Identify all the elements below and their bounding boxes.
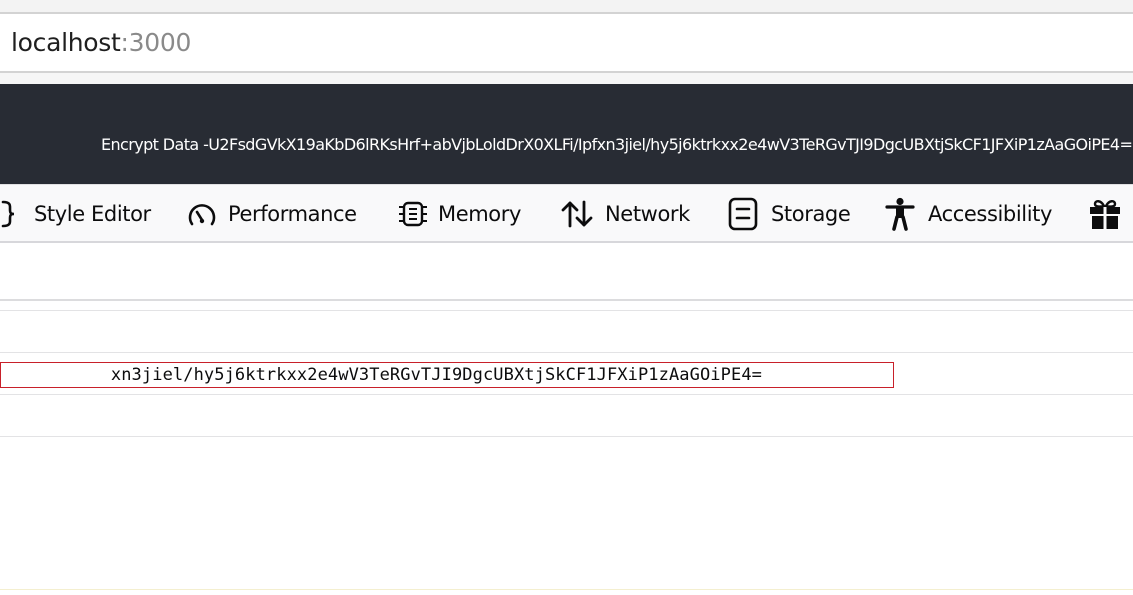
tab-label: Network — [605, 201, 690, 226]
memory-chip-icon — [396, 199, 430, 229]
tab-network[interactable]: Network — [560, 185, 690, 241]
tab-accessibility[interactable]: Accessibility — [885, 185, 1053, 241]
row-divider — [0, 352, 1133, 353]
up-down-arrows-icon — [560, 199, 594, 229]
encrypt-data-text: Encrypt Data -U2FsdGVkX19aKbD6lRKsHrf+ab… — [101, 135, 1133, 154]
page-header-band: Encrypt Data -U2FsdGVkX19aKbD6lRKsHrf+ab… — [0, 84, 1133, 184]
gauge-icon — [186, 199, 218, 229]
tab-storage[interactable]: Storage — [728, 185, 851, 241]
tab-label: Memory — [438, 201, 522, 226]
toolbar-gap — [0, 73, 1133, 84]
tab-style-editor[interactable]: Style Editor — [0, 185, 151, 241]
devtools-tab-bar: Style Editor Performance Memory Network … — [0, 184, 1133, 243]
row-divider — [0, 310, 1133, 311]
panel-divider — [0, 299, 1133, 301]
tab-whats-new[interactable] — [1089, 185, 1131, 241]
tab-label: Style Editor — [34, 201, 151, 226]
tab-label: Accessibility — [928, 201, 1053, 226]
braces-icon — [0, 199, 24, 229]
tab-label: Performance — [228, 201, 357, 226]
url-host: localhost — [11, 28, 121, 57]
row-divider — [0, 436, 1133, 437]
tab-label: Storage — [771, 201, 851, 226]
tab-memory[interactable]: Memory — [396, 185, 522, 241]
address-bar[interactable]: localhost:3000 — [0, 12, 1133, 73]
url-port: :3000 — [120, 28, 192, 57]
browser-top-strip — [0, 0, 1133, 12]
storage-icon — [728, 197, 758, 231]
row-divider — [0, 394, 1133, 395]
encrypted-value-text: xn3jiel/hy5j6ktrkxx2e4wV3TeRGvTJI9DgcUBX… — [110, 365, 762, 385]
bottom-edge — [0, 589, 1133, 590]
gift-icon — [1089, 198, 1121, 230]
url-text[interactable]: localhost:3000 — [11, 28, 191, 58]
encrypted-value-field[interactable]: xn3jiel/hy5j6ktrkxx2e4wV3TeRGvTJI9DgcUBX… — [0, 362, 894, 388]
accessibility-person-icon — [885, 197, 915, 231]
tab-performance[interactable]: Performance — [186, 185, 357, 241]
